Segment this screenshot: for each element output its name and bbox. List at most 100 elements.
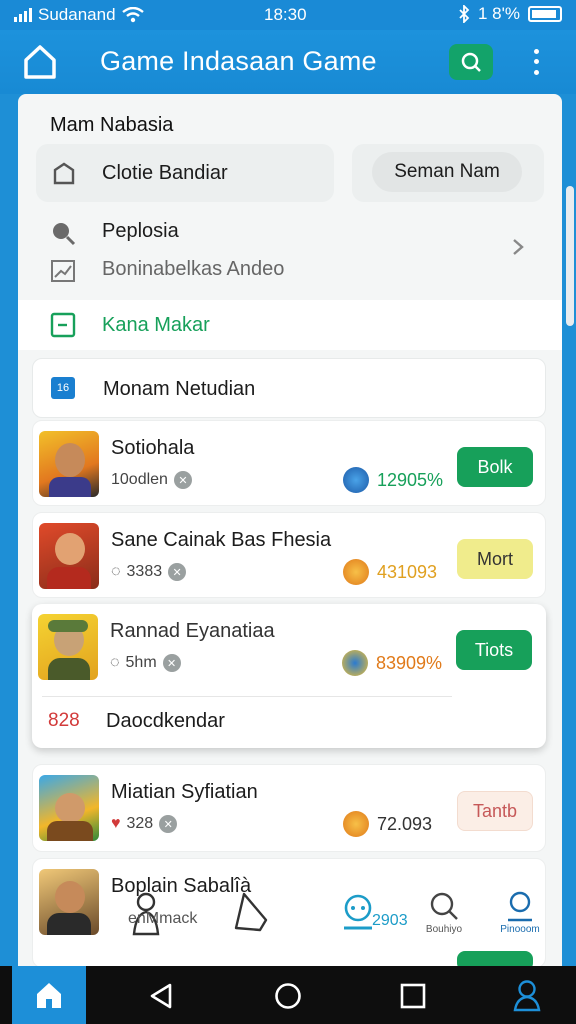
name-pill-container: Seman Nam: [352, 144, 544, 202]
badge-icon: ✕: [159, 815, 178, 833]
clock-icon: ◌: [111, 563, 121, 580]
chevron-right-icon[interactable]: [510, 238, 526, 256]
wifi-icon: [121, 7, 144, 23]
section-title: Mam Nabasia: [50, 114, 174, 136]
clock: 18:30: [264, 5, 307, 24]
menu-row-peplosia[interactable]: Peplosia Boninabelkas Andeo: [18, 212, 562, 292]
battery-percent: 1 8'%: [478, 4, 520, 23]
game-stat: 72.093: [343, 811, 432, 837]
game-stat: 83909%: [342, 650, 442, 676]
menu-item-label: Kana Makar: [102, 314, 210, 336]
calendar-icon: 16: [51, 377, 75, 399]
menu-item-sublabel: Boninabelkas Andeo: [102, 258, 285, 280]
game-thumbnail: [39, 431, 99, 497]
menu-row-monam[interactable]: 16 Monam Netudian: [32, 358, 546, 418]
recents-icon[interactable]: [400, 983, 426, 1009]
game-stat: 12905%: [343, 467, 443, 493]
game-meta: ◌ 3383 ✕: [111, 563, 187, 581]
profile-icon: [508, 891, 532, 922]
game-action-button[interactable]: Tiots: [456, 630, 532, 670]
search-person-icon: [53, 223, 76, 246]
game-action-button[interactable]: Tantb: [457, 791, 533, 831]
back-icon[interactable]: [148, 982, 174, 1010]
tab-chat[interactable]: 2903: [328, 890, 408, 950]
coin-icon: [343, 811, 369, 837]
bottom-nav: enMmack 2903 Bouhiyo Pinooom: [18, 870, 562, 966]
game-meta-text: 5hm: [125, 654, 157, 671]
signal-icon: [14, 8, 32, 22]
home-circle-icon[interactable]: [274, 982, 302, 1010]
game-meta-text: 328: [126, 815, 154, 832]
clock-icon: ◌: [110, 654, 120, 671]
game-thumbnail: [39, 523, 99, 589]
coin-icon: [343, 559, 369, 585]
game-name: Rannad Eyanatiaa: [110, 620, 275, 642]
badge-icon: ✕: [173, 471, 192, 489]
name-pill[interactable]: Seman Nam: [372, 152, 522, 192]
game-thumbnail: [39, 775, 99, 841]
footer-number: 828: [48, 710, 80, 731]
carrier: Sudanand: [14, 5, 144, 25]
menu-item-label: Peplosia: [102, 220, 179, 242]
game-meta: 10odlen ✕: [111, 471, 192, 489]
game-action-button[interactable]: Mort: [457, 539, 533, 579]
carrier-name: Sudanand: [38, 5, 116, 24]
menu-row-kana-makar[interactable]: Kana Makar: [18, 300, 562, 350]
search-button[interactable]: [449, 44, 493, 80]
game-meta-text: 3383: [126, 563, 163, 580]
app-title: Game Indasaan Game: [100, 46, 377, 76]
category-pill[interactable]: Clotie Bandiar: [36, 144, 334, 202]
main-sheet: Mam Nabasia Clotie Bandiar Seman Nam Pep…: [18, 94, 562, 966]
chart-icon: [51, 260, 75, 282]
tab-label: Pinooom: [500, 924, 540, 935]
tab-search[interactable]: Bouhiyo: [414, 890, 474, 950]
game-action-button[interactable]: Bolk: [457, 447, 533, 487]
tab-label: Bouhiyo: [425, 924, 463, 935]
game-name: Sotiohala: [111, 437, 195, 459]
system-nav-bar: [0, 966, 576, 1024]
tab-chat-count: 2903: [372, 912, 408, 929]
square-icon: [50, 312, 76, 338]
coin-icon: [342, 650, 368, 676]
divider: [42, 696, 452, 697]
game-stat-value: 431093: [377, 561, 438, 582]
game-meta-text: 10odlen: [111, 471, 168, 488]
game-name: Miatian Syfiatian: [111, 781, 258, 803]
category-pill-label: Clotie Bandiar: [102, 161, 228, 184]
game-meta: ◌ 5hm ✕: [110, 654, 181, 672]
tab-profile[interactable]: Pinooom: [490, 890, 550, 950]
tab-tag[interactable]: [222, 890, 282, 950]
game-card[interactable]: Rannad Eyanatiaa ◌ 5hm ✕ 83909% Tiots: [32, 604, 546, 690]
game-name: Sane Cainak Bas Fhesia: [111, 529, 332, 551]
scrollbar[interactable]: [566, 186, 574, 326]
building-icon: [53, 162, 75, 185]
globe-icon: [343, 467, 369, 493]
search-icon: [461, 52, 481, 72]
home-tab[interactable]: [12, 966, 86, 1024]
search-icon: [430, 892, 458, 920]
game-stat-value: 12905%: [377, 469, 444, 490]
status-bar: Sudanand 18:30 1 8'%: [0, 0, 576, 30]
game-card[interactable]: Miatian Syfiatian ♥ 328 ✕ 72.093 Tantb: [32, 764, 546, 852]
home-icon[interactable]: [20, 42, 60, 82]
game-stat-value: 72.093: [377, 813, 433, 834]
game-card-expanded: Rannad Eyanatiaa ◌ 5hm ✕ 83909% Tiots 828 …: [32, 604, 546, 748]
home-icon: [37, 983, 61, 1008]
badge-icon: ✕: [168, 563, 187, 581]
more-options-icon[interactable]: [524, 46, 548, 78]
badge-icon: ✕: [162, 654, 181, 672]
battery-icon: [528, 6, 562, 22]
game-thumbnail: [38, 614, 98, 680]
game-card[interactable]: Sane Cainak Bas Fhesia ◌ 3383 ✕ 431093 Mor…: [32, 512, 546, 598]
status-right: 1 8'%: [458, 4, 562, 24]
tag-icon: [234, 892, 268, 932]
tab-overlap-text: enMmack: [128, 910, 198, 927]
game-meta: ♥ 328 ✕: [111, 815, 178, 833]
menu-item-label: Monam Netudian: [103, 378, 256, 400]
app-bar: Game Indasaan Game: [0, 30, 576, 94]
game-card[interactable]: Sotiohala 10odlen ✕ 12905% Bolk: [32, 420, 546, 506]
bluetooth-icon: [459, 5, 470, 23]
account-icon[interactable]: [512, 978, 542, 1012]
game-stat-value: 83909%: [376, 652, 443, 673]
footer-label[interactable]: Daocdkendar: [106, 710, 225, 733]
